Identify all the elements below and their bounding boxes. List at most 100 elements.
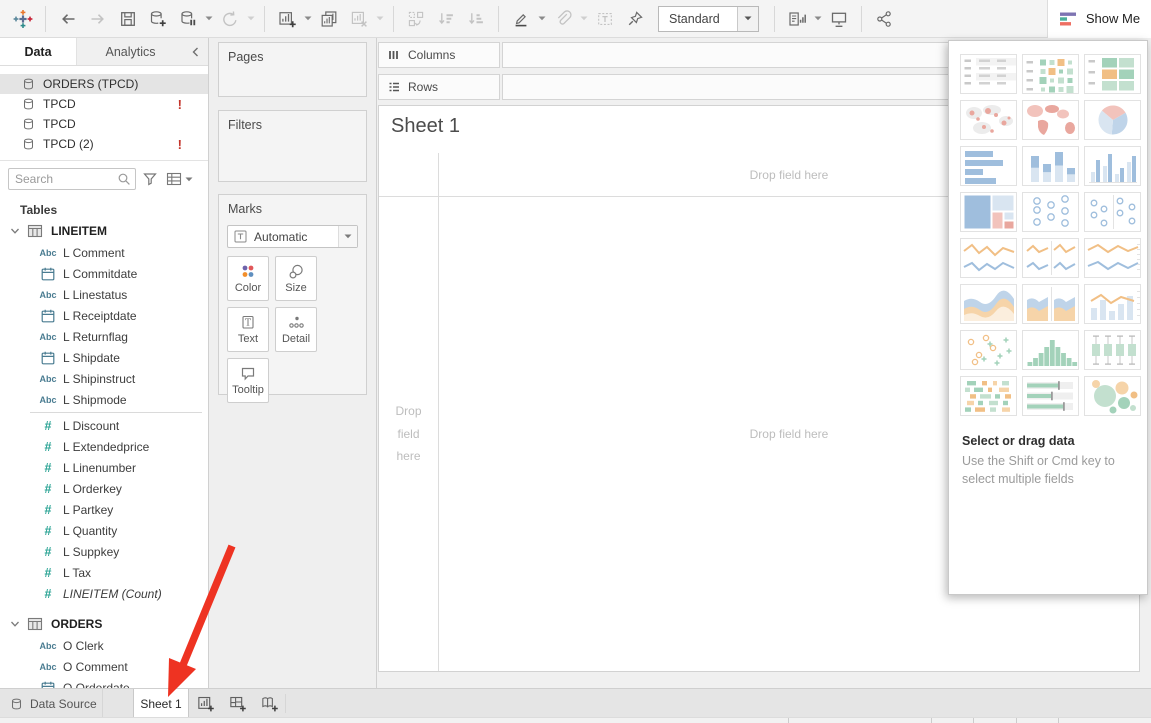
marks-text-button[interactable]: TText: [227, 307, 269, 352]
showme-histogram[interactable]: [1022, 330, 1079, 370]
toolbar-show-mark-labels-button[interactable]: [782, 5, 812, 33]
duplicate-icon: [319, 9, 339, 29]
field-item[interactable]: AbcL Linestatus: [0, 284, 208, 305]
collapse-pane-button[interactable]: [184, 38, 208, 65]
field-item[interactable]: L Commitdate: [0, 263, 208, 284]
data-source-item[interactable]: TPCD (2)!: [0, 134, 208, 154]
toolbar-run-update-button: [215, 5, 245, 33]
showme-highlight-table[interactable]: [1084, 54, 1141, 94]
toolbar-presentation-mode-button[interactable]: [824, 5, 854, 33]
toolbar-duplicate-button[interactable]: [314, 5, 344, 33]
text-mark-icon: [234, 230, 247, 243]
showme-filled-map[interactable]: [1022, 100, 1079, 140]
showme-discrete-area[interactable]: [1022, 284, 1079, 324]
field-item[interactable]: #L Orderkey: [0, 478, 208, 499]
marks-tooltip-button[interactable]: Tooltip: [227, 358, 269, 403]
error-badge: !: [178, 137, 182, 152]
field-item[interactable]: #L Linenumber: [0, 457, 208, 478]
field-label: L Comment: [63, 246, 125, 260]
sheet1-tab[interactable]: Sheet 1: [133, 689, 189, 718]
table-header-orders[interactable]: ORDERS: [0, 613, 208, 635]
field-item[interactable]: O Orderdate: [0, 677, 208, 688]
showme-symbol-map[interactable]: [960, 100, 1017, 140]
toolbar-tableau-logo-button[interactable]: [8, 5, 38, 33]
chevron-down-icon[interactable]: [302, 5, 314, 33]
field-item[interactable]: AbcL Shipinstruct: [0, 368, 208, 389]
toolbar: Standard Show Me: [0, 0, 1151, 38]
tab-data[interactable]: Data: [0, 38, 77, 65]
drop-zone-rows[interactable]: Drop field here: [379, 197, 438, 671]
field-item[interactable]: #LINEITEM (Count): [0, 583, 208, 604]
field-item[interactable]: #L Discount: [0, 415, 208, 436]
showme-dual-combination[interactable]: [1084, 284, 1141, 324]
pages-shelf[interactable]: Pages: [218, 42, 367, 97]
showme-side-by-side-circles[interactable]: [1084, 192, 1141, 232]
field-label: O Clerk: [63, 639, 104, 653]
chevron-down-icon[interactable]: [8, 619, 22, 629]
view-size-select[interactable]: Standard: [658, 6, 759, 32]
field-item[interactable]: AbcO Comment: [0, 656, 208, 677]
field-item[interactable]: #L Tax: [0, 562, 208, 583]
toolbar-fix-axes-button[interactable]: [620, 5, 650, 33]
field-item[interactable]: #L Suppkey: [0, 541, 208, 562]
marks-detail-button[interactable]: Detail: [275, 307, 317, 352]
showme-continuous-lines[interactable]: [960, 238, 1017, 278]
showme-horizontal-bars[interactable]: [960, 146, 1017, 186]
field-item[interactable]: #L Quantity: [0, 520, 208, 541]
field-item[interactable]: AbcL Shipmode: [0, 389, 208, 410]
showme-continuous-area[interactable]: [960, 284, 1017, 324]
field-item[interactable]: AbcL Comment: [0, 242, 208, 263]
showme-scatter-plot[interactable]: [960, 330, 1017, 370]
toolbar-share-button[interactable]: [869, 5, 899, 33]
data-source-item[interactable]: TPCD!: [0, 94, 208, 114]
data-source-item[interactable]: TPCD: [0, 114, 208, 134]
marks-color-button[interactable]: Color: [227, 256, 269, 301]
showme-box-and-whisker[interactable]: [1084, 330, 1141, 370]
data-source-tab[interactable]: Data Source: [0, 689, 103, 718]
showme-discrete-lines[interactable]: [1022, 238, 1079, 278]
field-item[interactable]: #L Partkey: [0, 499, 208, 520]
tab-analytics[interactable]: Analytics: [77, 38, 184, 65]
new-dashboard-button[interactable]: [221, 689, 253, 718]
marks-size-button[interactable]: Size: [275, 256, 317, 301]
field-item[interactable]: AbcO Clerk: [0, 635, 208, 656]
showme-side-by-side-bars[interactable]: [1084, 146, 1141, 186]
view-options-button[interactable]: [164, 168, 194, 190]
showme-circle-views[interactable]: [1022, 192, 1079, 232]
hash-icon: #: [36, 566, 60, 580]
showme-text-table[interactable]: [960, 54, 1017, 94]
showme-dual-lines[interactable]: [1084, 238, 1141, 278]
filter-fields-button[interactable]: [139, 168, 161, 190]
toolbar-pause-auto-updates-button[interactable]: [173, 5, 203, 33]
new-story-button[interactable]: [253, 689, 285, 718]
show-me-button[interactable]: Show Me: [1047, 0, 1151, 38]
table-header-lineitem[interactable]: LINEITEM: [0, 220, 208, 242]
showme-gantt[interactable]: [960, 376, 1017, 416]
chevron-down-icon[interactable]: [536, 5, 548, 33]
showme-heat-map[interactable]: [1022, 54, 1079, 94]
field-item[interactable]: L Shipdate: [0, 347, 208, 368]
field-item[interactable]: L Receiptdate: [0, 305, 208, 326]
search-input[interactable]: [9, 172, 113, 186]
toolbar-new-data-source-button[interactable]: [143, 5, 173, 33]
chevron-down-icon[interactable]: [8, 226, 22, 236]
chevron-down-icon[interactable]: [203, 5, 215, 33]
showme-bullet-graph[interactable]: [1022, 376, 1079, 416]
toolbar-highlight-button[interactable]: [506, 5, 536, 33]
toolbar-new-worksheet-button[interactable]: [272, 5, 302, 33]
new-worksheet-button[interactable]: [189, 689, 221, 718]
toolbar-save-button[interactable]: [113, 5, 143, 33]
field-label: L Quantity: [63, 524, 117, 538]
mark-type-dropdown[interactable]: Automatic: [227, 225, 358, 248]
field-item[interactable]: AbcL Returnflag: [0, 326, 208, 347]
showme-treemap[interactable]: [960, 192, 1017, 232]
toolbar-undo-button[interactable]: [53, 5, 83, 33]
showme-packed-bubbles[interactable]: [1084, 376, 1141, 416]
clear-sheet-icon: [349, 9, 369, 29]
data-source-item[interactable]: ORDERS (TPCD): [0, 74, 208, 94]
field-item[interactable]: #L Extendedprice: [0, 436, 208, 457]
chevron-down-icon[interactable]: [812, 5, 824, 33]
showme-stacked-bars[interactable]: [1022, 146, 1079, 186]
filters-shelf[interactable]: Filters: [218, 110, 367, 182]
showme-pie-chart[interactable]: [1084, 100, 1141, 140]
